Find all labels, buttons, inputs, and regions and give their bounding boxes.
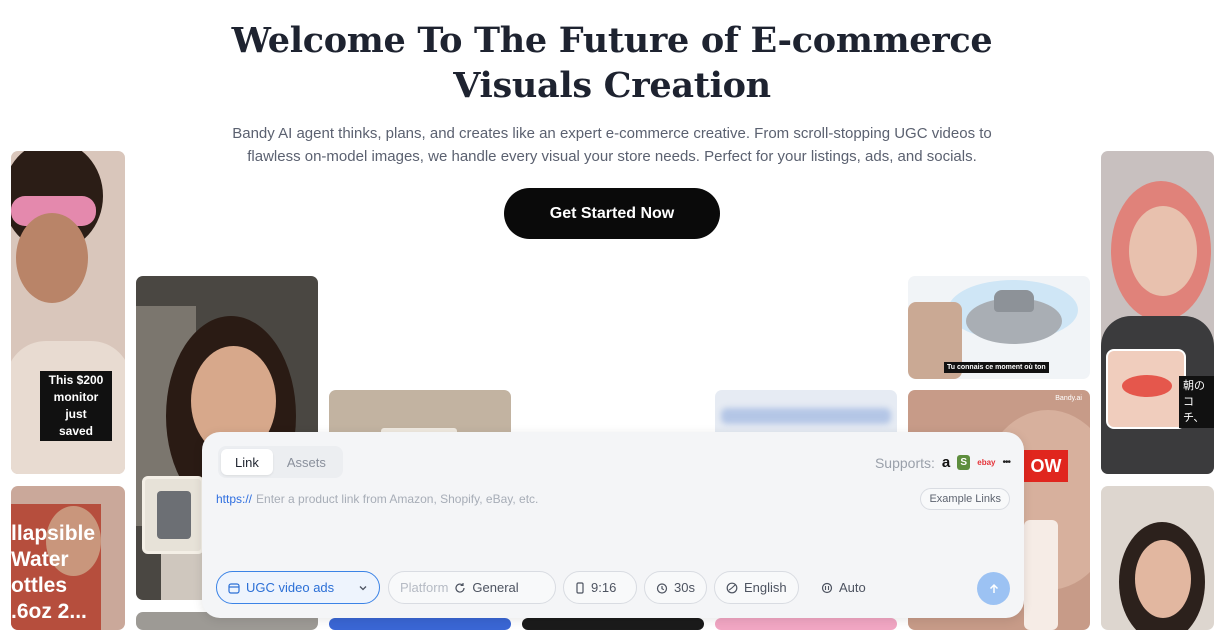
caption-line: llapsible (11, 522, 96, 545)
arrow-up-icon (989, 583, 998, 593)
ugc-video-tile[interactable] (1101, 486, 1214, 630)
aspect-ratio-value: 9:16 (591, 580, 617, 595)
hero-subtitle: Bandy AI agent thinks, plans, and create… (232, 125, 992, 165)
video-icon (228, 582, 240, 594)
product-card-shape (1024, 520, 1058, 630)
more-icon[interactable]: ••• (1002, 457, 1010, 468)
jp-caption: 朝のコ チ、 (1179, 376, 1214, 428)
language-value: English (744, 580, 787, 595)
caption-line: .6oz 2... (11, 600, 87, 623)
lips-closeup-inset (1106, 349, 1186, 429)
blurred-text-shape (721, 408, 891, 424)
prompt-composer: Link Assets Supports: a S ebay ••• https… (202, 432, 1024, 618)
watermark-label: Bandy.ai (1055, 395, 1082, 402)
caption-line: monitor just (53, 390, 99, 421)
shopify-icon: S (957, 455, 971, 470)
mode-select[interactable]: UGC video ads (216, 571, 380, 604)
product-video-tile[interactable] (522, 618, 704, 630)
face-shape (1135, 540, 1191, 618)
supports-label: Supports: (874, 454, 935, 471)
product-video-tile[interactable] (715, 618, 897, 630)
face-shape (16, 213, 88, 303)
ugc-video-tile[interactable]: This $200 monitor just saved (11, 151, 125, 474)
globe-icon (726, 582, 738, 593)
luggage-shape (157, 491, 191, 539)
product-thumbnail (142, 476, 204, 554)
red-badge: OW (1024, 450, 1068, 482)
supported-platforms: Supports: a S ebay ••• (874, 454, 1011, 471)
voice-value: Auto (839, 580, 866, 595)
ebay-icon: ebay (977, 458, 996, 467)
voice-select[interactable]: Auto (810, 571, 880, 604)
product-link-input[interactable] (256, 492, 817, 506)
tab-link[interactable]: Link (221, 449, 273, 475)
video-subtitle: Tu connais ce moment où ton (944, 362, 1049, 373)
video-caption: This $200 monitor just saved (40, 371, 112, 441)
voice-icon (821, 582, 833, 593)
example-links-button[interactable]: Example Links (920, 488, 1010, 510)
product-video-tile[interactable] (329, 618, 511, 630)
chevron-down-icon (359, 585, 367, 590)
caption-line: saved (58, 424, 94, 438)
language-select[interactable]: English (714, 571, 799, 604)
platform-select[interactable]: Platform General (388, 571, 556, 604)
tab-assets[interactable]: Assets (273, 449, 340, 475)
platform-value: General (472, 580, 519, 595)
duration-select[interactable]: 30s (644, 571, 707, 604)
duration-value: 30s (674, 580, 695, 595)
ugc-video-tile[interactable]: 朝のコ チ、 (1101, 151, 1214, 474)
caption-line: チ、 (1183, 411, 1205, 424)
input-mode-tabs: Link Assets (218, 446, 343, 478)
product-video-tile[interactable]: Tu connais ce moment où ton (908, 276, 1090, 379)
url-prefix: https:// (216, 492, 253, 506)
face-shape (1129, 206, 1197, 296)
ugc-video-tile[interactable]: llapsible Water ottles .6oz 2... (11, 486, 125, 630)
platform-label: Platform (400, 580, 449, 595)
aspect-ratio-select[interactable]: 9:16 (563, 571, 637, 604)
mode-label: UGC video ads (246, 580, 335, 595)
video-caption: llapsible Water ottles .6oz 2... (11, 521, 95, 625)
caption-line: This $200 (48, 373, 104, 387)
submit-button[interactable] (977, 572, 1010, 605)
get-started-button[interactable]: Get Started Now (504, 188, 720, 239)
caption-line: Water (11, 548, 69, 571)
refresh-icon (455, 582, 466, 593)
caption-line: ottles (11, 574, 68, 597)
phone-icon (576, 581, 584, 594)
clock-icon (656, 582, 668, 594)
caption-line: 朝のコ (1183, 379, 1205, 408)
product-link-row: https:// (216, 492, 817, 506)
drain-top-shape (994, 290, 1034, 312)
page-title: Welcome To The Future of E-commerce Visu… (231, 20, 993, 106)
lips-shape (1122, 375, 1172, 397)
amazon-icon: a (941, 454, 951, 471)
